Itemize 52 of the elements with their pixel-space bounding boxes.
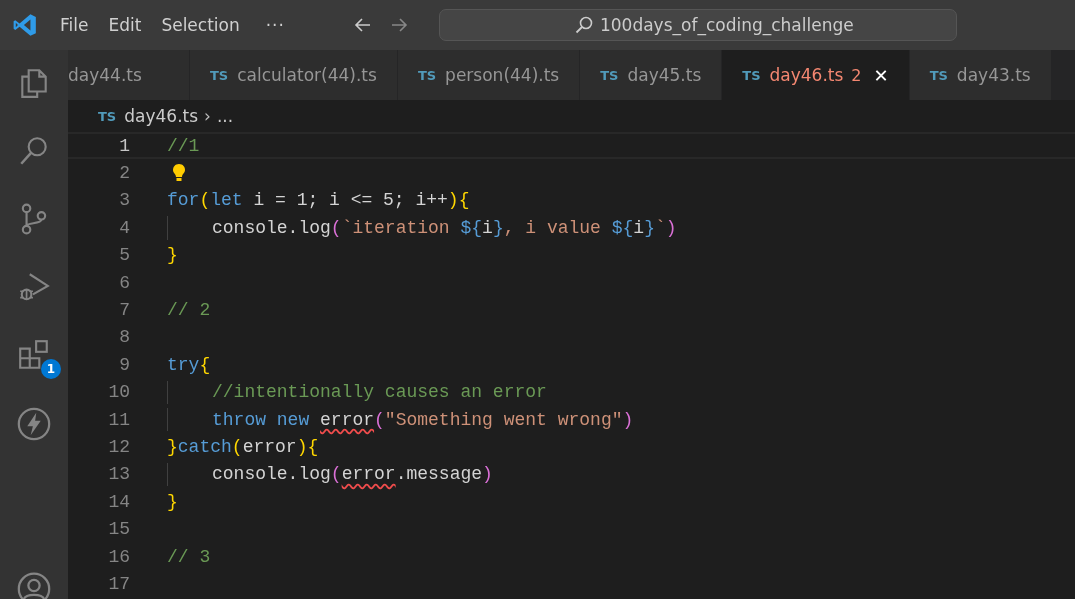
account-icon[interactable]: [16, 572, 52, 599]
code-text: console.log(error.message): [212, 464, 493, 485]
code-text: }: [167, 491, 178, 512]
line-number: 10: [107, 382, 130, 403]
line-number: 5: [118, 245, 130, 266]
code-text: }catch(error){: [167, 437, 319, 457]
notification-badge: 1: [41, 359, 61, 379]
line-number: 13: [107, 464, 130, 485]
close-icon[interactable]: ✕: [873, 64, 889, 86]
line-number: 6: [118, 272, 130, 293]
editor-tab[interactable]: TS day43.ts: [909, 50, 1052, 100]
line-number: 9: [118, 354, 130, 375]
code-text: // 3: [167, 546, 211, 567]
code-text: try{: [167, 354, 211, 375]
app-logo-icon: [12, 12, 38, 38]
editor-tab[interactable]: TS day45.ts: [580, 50, 723, 100]
problem-count: 2: [851, 65, 862, 85]
line-number: 15: [107, 519, 130, 540]
line-number: 16: [107, 546, 130, 567]
code-text: throw new error("Something went wrong"): [212, 409, 634, 430]
editor-tab[interactable]: TS calculator(44).ts: [190, 50, 398, 100]
line-number: 12: [107, 437, 130, 457]
line-number: 7: [118, 300, 130, 321]
editor-tab[interactable]: TS day46.ts 2 ✕: [722, 50, 910, 100]
line-number: 3: [118, 190, 130, 211]
editor-tab[interactable]: TS person(44).ts: [397, 50, 581, 100]
more-menu[interactable]: ···: [265, 15, 285, 35]
code-text: }: [167, 245, 178, 266]
menu-item[interactable]: Edit: [108, 15, 142, 35]
line-number: 4: [118, 217, 130, 238]
code-text: for(let i = 1; i <= 5; i++){: [167, 190, 470, 211]
code-text: // 2: [167, 300, 211, 321]
menu-item[interactable]: File: [60, 15, 89, 35]
breadcrumb-item[interactable]: day46.ts: [124, 106, 199, 126]
line-number: 17: [107, 573, 130, 594]
lightning-icon[interactable]: [16, 406, 52, 442]
file-type-label: TS: [98, 108, 117, 124]
code-text: //intentionally causes an error: [212, 382, 547, 403]
breadcrumb-separator: ›: [204, 106, 211, 126]
editor-tab[interactable]: day44.ts: [68, 50, 190, 100]
lightbulb-icon[interactable]: [172, 163, 186, 184]
command-center-search[interactable]: 100days_of_coding_challenge: [438, 9, 957, 41]
code-text: console.log(`iteration ${i}, i value ${i}`): [212, 217, 677, 238]
code-text: //1: [167, 135, 200, 156]
line-number: 8: [118, 327, 130, 348]
breadcrumb-item[interactable]: ...: [216, 106, 234, 126]
line-number: 11: [107, 409, 130, 430]
line-number: 2: [118, 163, 130, 184]
line-number: 1: [118, 135, 130, 156]
line-number: 14: [107, 491, 130, 512]
menu-item[interactable]: Selection: [161, 15, 240, 35]
search-icon: [573, 15, 594, 35]
